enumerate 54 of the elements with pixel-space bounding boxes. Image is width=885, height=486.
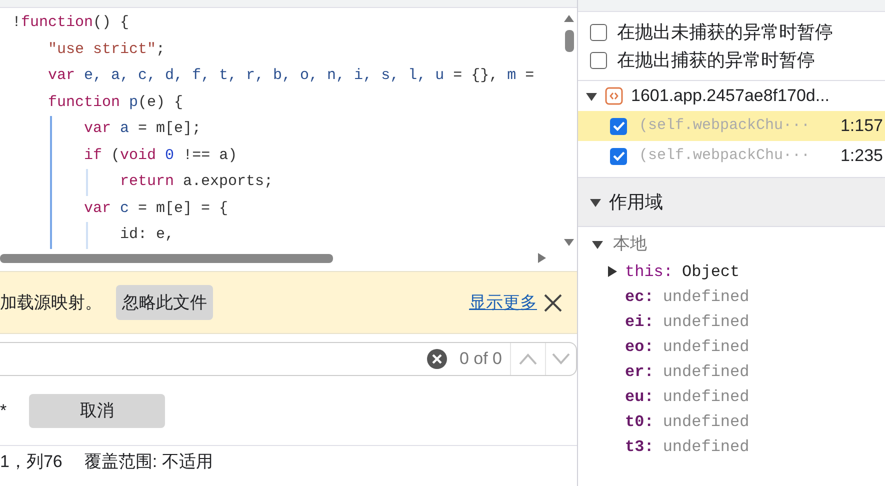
horizontal-scrollbar-thumb[interactable]: [0, 254, 333, 262]
scope-variable: ei: undefined: [625, 312, 750, 332]
code-line: var c = m[e] = {: [84, 198, 228, 218]
scope-variable: er: undefined: [625, 362, 750, 382]
checkbox[interactable]: [590, 24, 607, 40]
file-code-icon: [605, 87, 623, 105]
option-label: 在抛出捕获的异常时暂停: [617, 48, 815, 72]
search-field[interactable]: 0 of 0: [0, 342, 577, 376]
code-line: var e, a, c, d, f, t, r, b, o, n, i, s, l, u = {}, m =: [48, 66, 534, 86]
indent-guide: [86, 222, 88, 248]
scope-variable: ec: undefined: [625, 286, 750, 308]
code-line: function p(e) {: [48, 92, 184, 112]
local-scope-title[interactable]: 本地: [613, 231, 647, 257]
scope-variable: t0: undefined: [625, 412, 750, 432]
breakpoint-code: (self.webpackChu···: [639, 116, 810, 136]
code-line: "use strict";: [48, 40, 166, 60]
scope-variable: eu: undefined: [625, 386, 750, 408]
code-line: !function() {: [12, 13, 130, 33]
code-line: id: e,: [120, 225, 174, 245]
scope-header[interactable]: 作用域: [578, 177, 885, 227]
coverage-status: 覆盖范围: 不适用: [84, 451, 213, 474]
scope-title: 作用域: [609, 190, 663, 214]
show-more-link[interactable]: 显示更多: [469, 290, 537, 316]
checkbox[interactable]: [610, 118, 627, 134]
ignore-file-button[interactable]: 忽略此文件: [116, 284, 213, 320]
breakpoint-location: 1:157: [840, 115, 883, 138]
checkbox[interactable]: [590, 52, 607, 68]
breakpoint-row[interactable]: (self.webpackChu··· 1:157: [578, 111, 885, 141]
code-line: return a.exports;: [120, 172, 274, 192]
scroll-right-icon[interactable]: [538, 253, 547, 263]
cursor-position: 1，列76: [0, 451, 62, 474]
indent-guide: [86, 169, 88, 196]
search-mode-mark: *: [0, 400, 8, 422]
breakpoint-code: (self.webpackChu···: [639, 146, 810, 166]
infobar-message: 加载源映射。: [0, 292, 102, 314]
scope-variable: this: Object: [625, 262, 740, 282]
scope-variable: eo: undefined: [625, 336, 750, 358]
scroll-up-icon[interactable]: [564, 14, 574, 22]
scope-variable: t3: undefined: [625, 436, 750, 458]
expand-triangle-icon[interactable]: [608, 266, 617, 277]
checkbox[interactable]: [610, 148, 627, 164]
expand-triangle-icon[interactable]: [586, 92, 597, 100]
option-label: 在抛出未捕获的异常时暂停: [617, 20, 833, 44]
code-line: var a = m[e];: [84, 119, 202, 139]
scrollbar-thumb[interactable]: [564, 30, 574, 52]
clear-icon[interactable]: [427, 349, 448, 369]
scroll-down-icon[interactable]: [564, 239, 574, 247]
match-count: 0 of 0: [459, 348, 502, 370]
cancel-button[interactable]: 取消: [29, 394, 165, 428]
code-line: if (void 0 !== a): [84, 146, 238, 166]
breakpoint-file-name[interactable]: 1601.app.2457ae8f170d...: [631, 83, 830, 109]
expand-triangle-icon[interactable]: [592, 240, 603, 248]
breakpoint-location: 1:235: [840, 145, 883, 168]
close-icon[interactable]: [543, 292, 563, 312]
